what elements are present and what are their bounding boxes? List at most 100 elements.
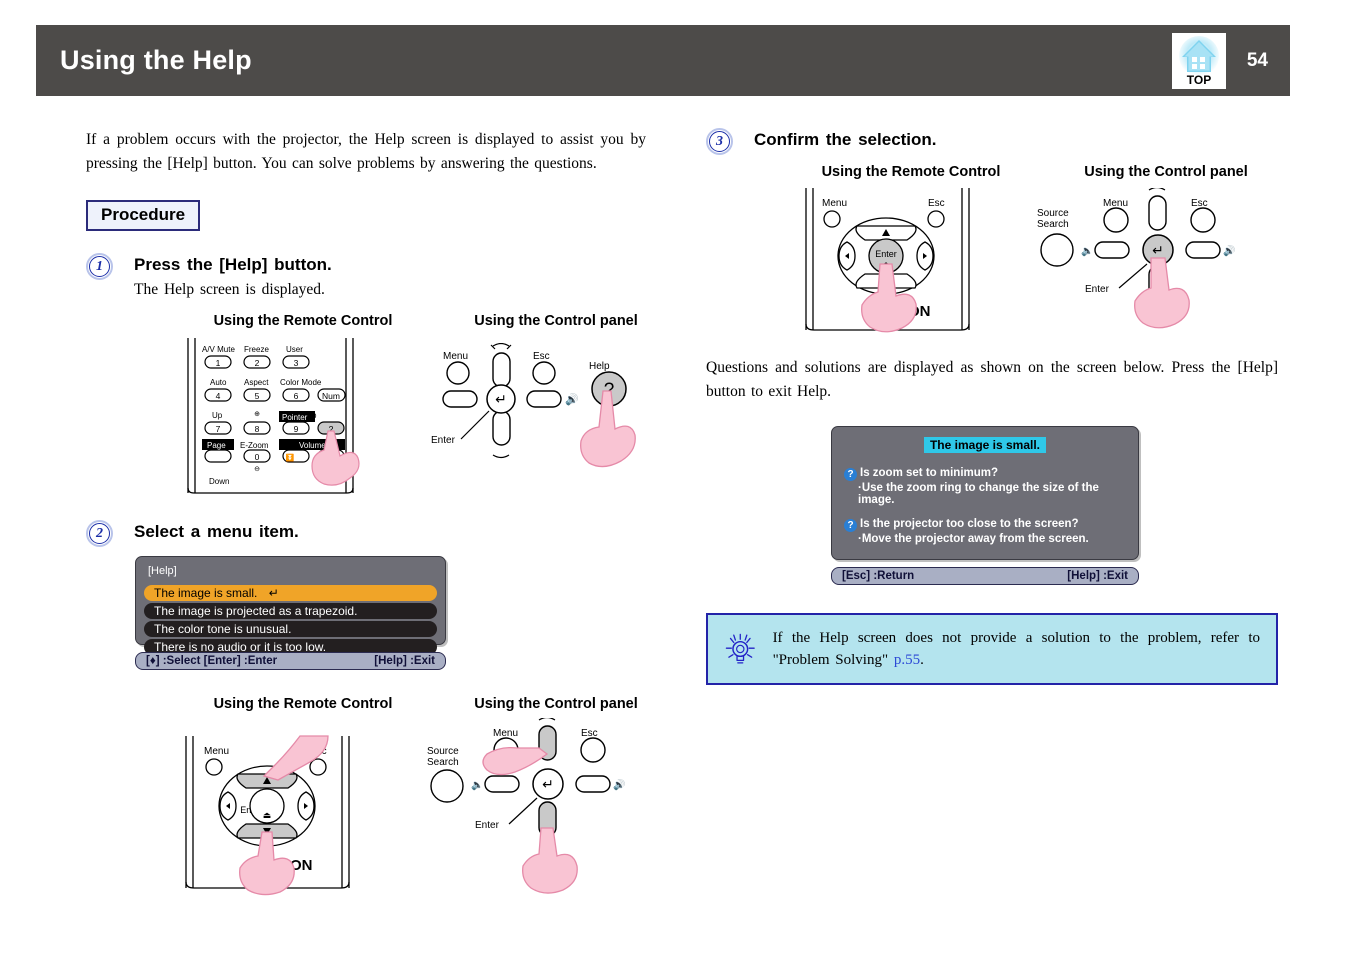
panel-keystone-down-button[interactable] (492, 410, 511, 446)
help-solution-question-1-text: Is the projector too close to the screen… (860, 518, 1079, 530)
pointing-hand-icon (482, 746, 549, 776)
panel-label-esc: Esc (533, 351, 550, 362)
remote-label-auto: Auto (210, 378, 227, 387)
help-solution-question-1: ? Is the projector too close to the scre… (832, 518, 1138, 532)
help-menu-item-1[interactable]: The image is projected as a trapezoid. (144, 603, 437, 619)
help-menu-item-0-label: The image is small. (154, 586, 258, 600)
help-menu-status-bar: [♦] :Select [Enter] :Enter [Help] :Exit (135, 652, 446, 670)
help-solution-status-left: [Esc] :Return (842, 570, 915, 582)
top-home-icon[interactable]: TOP (1172, 32, 1226, 89)
svg-text:2: 2 (255, 358, 260, 368)
help-solution-answer-0: ·Use the zoom ring to change the size of… (858, 482, 1099, 506)
step-2-title: Select a menu item. (134, 522, 299, 541)
remote-esc-button[interactable] (927, 210, 945, 228)
svg-text:E-Zoom: E-Zoom (240, 441, 269, 450)
right-column: 3 Confirm the selection. Using the Remot… (706, 128, 1278, 685)
panel-label-esc: Esc (1191, 198, 1208, 209)
step-1-number-badge: 1 (86, 253, 113, 280)
header-right-group: TOP 54 (1172, 25, 1276, 96)
svg-text:Num: Num (322, 391, 340, 401)
tip-link-p55[interactable]: p.55 (894, 652, 920, 668)
panel-label-enter: Enter (1085, 284, 1110, 295)
step-1: 1 Press the [Help] button. The Help scre… (86, 253, 646, 299)
pointing-hand-icon (522, 827, 578, 894)
panel-menu-button[interactable] (446, 361, 470, 385)
page-header: Using the Help TOP 54 (36, 25, 1290, 96)
panel-volume-down-button[interactable] (442, 390, 478, 408)
panel-source-search-button[interactable] (1040, 233, 1074, 267)
step-2-number-badge: 2 (86, 520, 113, 547)
speaker-icon-left: 🔈 (1081, 246, 1093, 257)
svg-text:↵: ↵ (495, 391, 507, 407)
svg-text:6: 6 (294, 391, 299, 401)
page-title: Using the Help (60, 45, 252, 75)
procedure-badge: Procedure (86, 200, 201, 231)
svg-text:⏬: ⏬ (286, 453, 295, 462)
panel-label-help: Help (589, 361, 610, 372)
remote-control-dpad-diagram-step2: Menu Esc Enter ⏏ (185, 735, 350, 896)
help-menu-screenshot: [Help] The image is small. ↵ The image i… (135, 556, 446, 670)
svg-text:⊖: ⊖ (254, 466, 260, 473)
svg-text:4: 4 (216, 391, 221, 401)
panel-esc-button[interactable] (532, 361, 556, 385)
step-2-caption-panel: Using the Control panel (474, 696, 638, 712)
panel-volume-up-button[interactable] (575, 775, 611, 793)
speaker-icon-right: 🔊 (1223, 244, 1235, 257)
help-solution-question-0-text: Is zoom set to minimum? (860, 467, 999, 479)
speaker-icon-right: 🔊 (613, 778, 625, 791)
svg-text:⊕: ⊕ (254, 411, 260, 418)
control-panel-diagram-step2: Source Search Menu Esc Enter 🔈 🔊 ↵ (427, 718, 625, 894)
panel-esc-button[interactable] (1190, 207, 1216, 233)
panel-volume-up-button[interactable] (1185, 241, 1221, 259)
remote-esc-button[interactable] (309, 758, 327, 776)
help-menu-osd-title: [Help] (148, 565, 177, 577)
remote-menu-button[interactable] (823, 210, 841, 228)
step-3-number-badge: 3 (706, 128, 733, 155)
svg-text:9: 9 (294, 424, 299, 434)
step-2: 2 Select a menu item. (86, 520, 646, 547)
remote-label-esc: Esc (928, 198, 945, 209)
panel-label-source-search-2: Search (427, 757, 459, 768)
page-number: 54 (1246, 49, 1268, 71)
remote-label-menu: Menu (822, 198, 847, 209)
svg-text:↵: ↵ (542, 776, 554, 792)
panel-menu-button[interactable] (1103, 207, 1129, 233)
question-mark-icon: ? (844, 519, 857, 532)
pointing-hand-icon (1134, 257, 1190, 329)
remote-label-down: Down (209, 477, 229, 486)
step-3-body: Questions and solutions are displayed as… (706, 359, 1278, 400)
remote-label-colormode: Color Mode (280, 378, 322, 387)
svg-text:Enter: Enter (875, 249, 897, 259)
svg-text:↵: ↵ (1152, 242, 1164, 258)
help-solution-status-right: [Help] :Exit (1067, 570, 1128, 582)
panel-source-search-button[interactable] (430, 769, 464, 803)
panel-label-enter: Enter (475, 820, 500, 831)
panel-volume-down-button[interactable] (1094, 241, 1130, 259)
panel-keystone-up-button[interactable] (492, 352, 511, 388)
svg-text:Volume: Volume (299, 441, 326, 450)
tip-text-main: If the Help screen does not provide a so… (772, 630, 1260, 668)
panel-label-source-search-2: Search (1037, 219, 1069, 230)
panel-volume-down-button[interactable] (484, 775, 520, 793)
help-solution-answer-1: ·Move the projector away from the screen… (858, 533, 1089, 545)
panel-label-esc: Esc (581, 728, 598, 739)
lightbulb-tip-icon (725, 633, 755, 664)
step-2-caption-remote: Using the Remote Control (213, 696, 393, 712)
panel-esc-button[interactable] (580, 737, 606, 763)
remote-label-user: User (286, 345, 303, 354)
remote-label-aspect: Aspect (244, 378, 269, 387)
svg-text:1: 1 (216, 358, 221, 368)
remote-menu-button[interactable] (205, 758, 223, 776)
step-3-figures: Menu Esc Enter ⏏ ON (706, 188, 1278, 340)
help-menu-item-2[interactable]: The color tone is unusual. (144, 621, 437, 637)
panel-label-menu: Menu (443, 351, 468, 362)
help-menu-item-0[interactable]: The image is small. ↵ (144, 585, 437, 601)
panel-keystone-up-button[interactable] (1148, 195, 1167, 231)
remote-label-avmute: A/V Mute (202, 345, 235, 354)
remote-label-up: Up (212, 411, 223, 420)
speaker-icon: 🔊 (565, 392, 579, 406)
step-3-number: 3 (709, 131, 730, 152)
panel-volume-up-button[interactable] (526, 390, 562, 408)
help-solution-title: The image is small. (923, 437, 1047, 453)
step-3: 3 Confirm the selection. (706, 128, 1278, 155)
